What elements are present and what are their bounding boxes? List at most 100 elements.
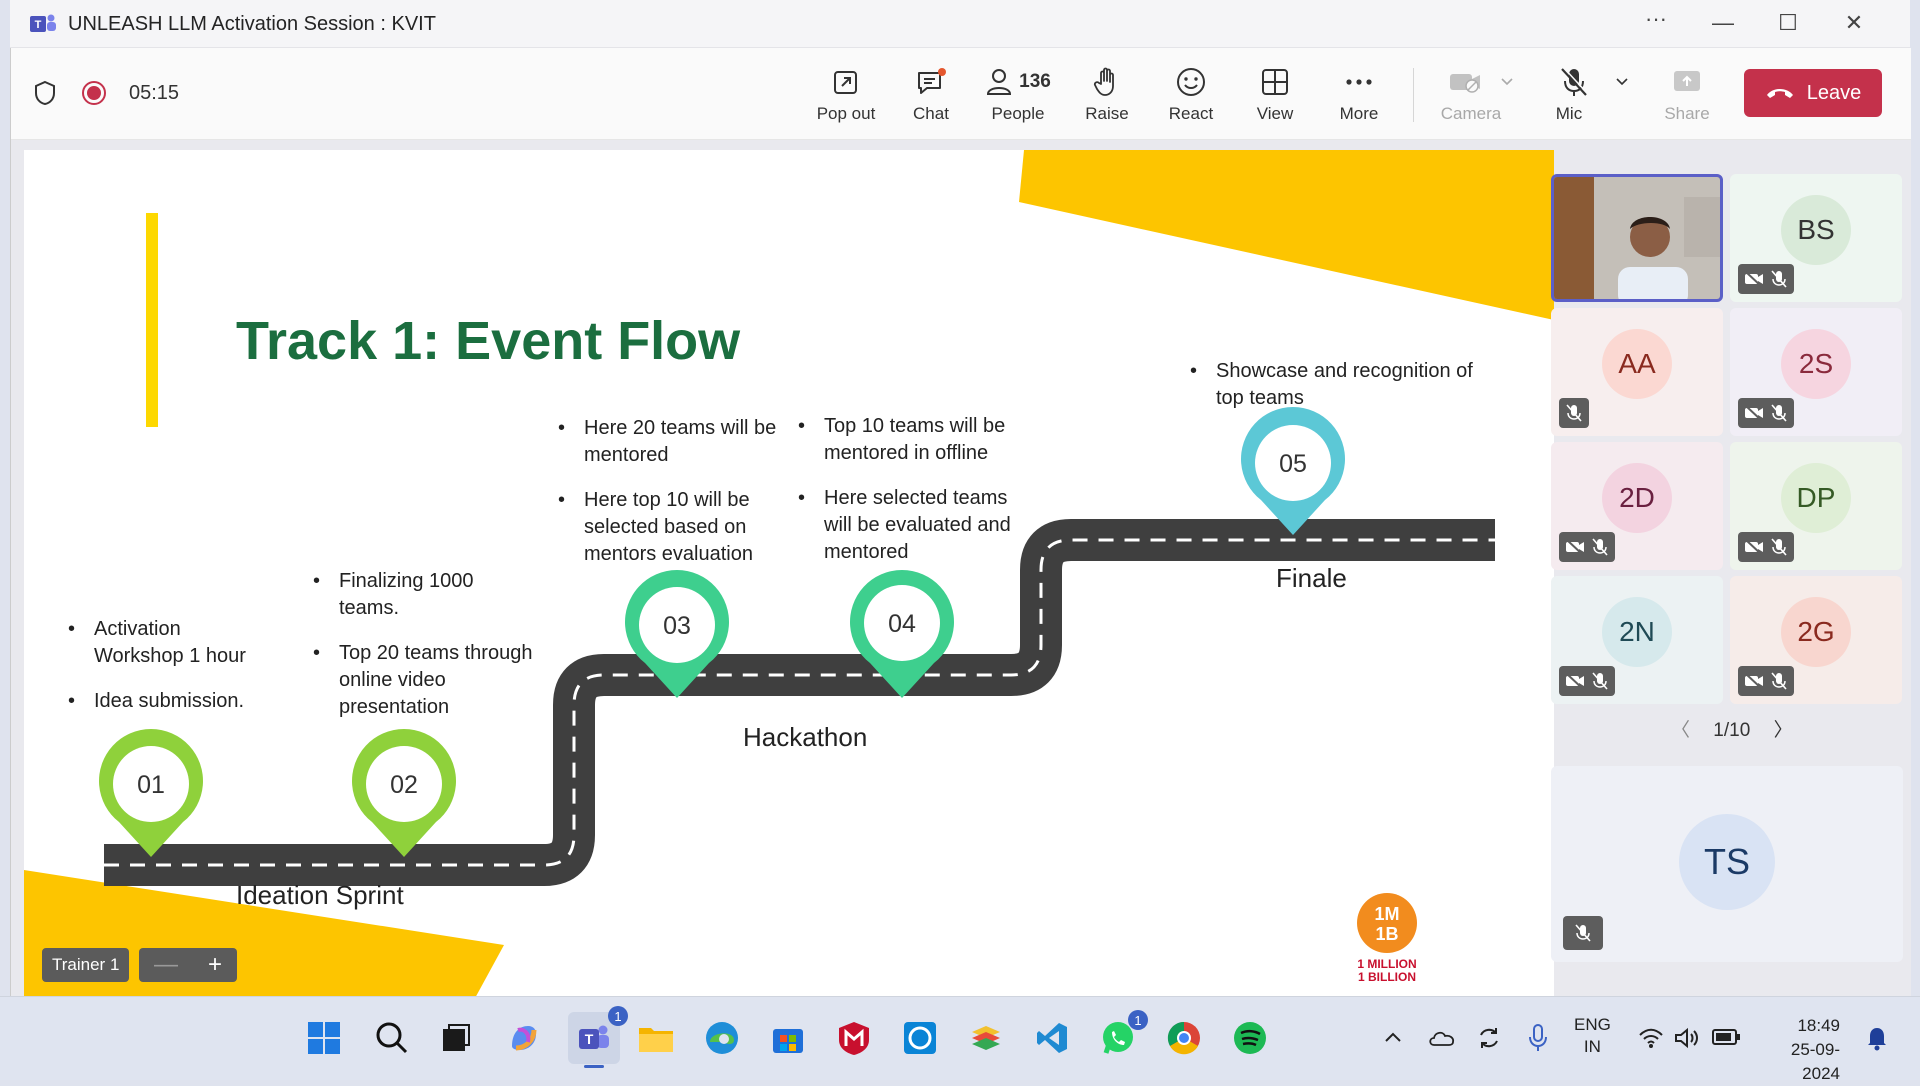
meeting-toolbar: 05:15 Pop out Chat 136 People Raise Reac… bbox=[11, 48, 1911, 140]
volume-icon[interactable] bbox=[1674, 1027, 1700, 1049]
avatar: TS bbox=[1679, 814, 1775, 910]
participant-tile[interactable]: 2N bbox=[1551, 576, 1723, 704]
grid-icon bbox=[1262, 69, 1288, 95]
mic-off-icon bbox=[1771, 672, 1787, 690]
raise-label: Raise bbox=[1085, 104, 1129, 123]
bullet: Activation Workshop 1 hour bbox=[64, 616, 264, 670]
clock-date: 25-09-2024 bbox=[1790, 1040, 1840, 1083]
svg-text:T: T bbox=[585, 1031, 594, 1047]
window-title: UNLEASH LLM Activation Session : KVIT bbox=[68, 13, 436, 35]
bullet: Top 10 teams will be mentored in offline bbox=[794, 413, 1029, 467]
participant-tile[interactable]: 2G bbox=[1730, 576, 1902, 704]
chat-button[interactable]: Chat bbox=[891, 62, 971, 134]
more-label: More bbox=[1339, 104, 1379, 123]
more-button[interactable]: More bbox=[1319, 62, 1399, 134]
more-options-icon[interactable]: ··· bbox=[1636, 6, 1676, 32]
participant-tile[interactable]: 2D bbox=[1551, 442, 1723, 570]
bullet: Showcase and recognition of top teams bbox=[1186, 358, 1476, 412]
status-icons bbox=[1563, 916, 1603, 950]
notification-bell-icon[interactable] bbox=[1866, 1025, 1888, 1051]
react-label: React bbox=[1168, 104, 1214, 123]
battery-icon[interactable] bbox=[1712, 1029, 1740, 1045]
bluestacks-button[interactable] bbox=[964, 1016, 1008, 1060]
onedrive-icon[interactable] bbox=[1428, 1027, 1456, 1047]
meeting-window: 05:15 Pop out Chat 136 People Raise Reac… bbox=[10, 48, 1911, 1000]
status-icons bbox=[1559, 666, 1615, 696]
spotify-icon bbox=[1234, 1022, 1266, 1054]
participant-tile[interactable]: DP bbox=[1730, 442, 1902, 570]
mic-off-icon bbox=[1771, 404, 1787, 422]
chevron-down-icon[interactable] bbox=[1500, 77, 1514, 87]
svg-text:T: T bbox=[35, 19, 42, 31]
participant-tile[interactable]: AA bbox=[1551, 308, 1723, 436]
language-indicator[interactable]: ENG IN bbox=[1574, 1014, 1611, 1058]
store-button[interactable] bbox=[766, 1016, 810, 1060]
shield-icon[interactable] bbox=[33, 80, 57, 106]
close-button[interactable]: ✕ bbox=[1834, 10, 1874, 36]
pin-02: 02 bbox=[352, 729, 457, 857]
chrome-button[interactable] bbox=[1162, 1016, 1206, 1060]
minimize-button[interactable]: — bbox=[1703, 10, 1743, 36]
recording-icon bbox=[82, 81, 106, 105]
copilot-button[interactable] bbox=[502, 1016, 546, 1060]
pin-number: 01 bbox=[137, 771, 165, 799]
title-accent-bar bbox=[146, 213, 158, 427]
zoom-out-button[interactable]: — bbox=[154, 951, 178, 979]
camera-button[interactable]: Camera bbox=[1429, 62, 1533, 134]
chevron-right-icon[interactable]: 〉 bbox=[1774, 720, 1793, 741]
store-icon bbox=[773, 1029, 803, 1053]
sync-icon[interactable] bbox=[1476, 1025, 1502, 1051]
start-button[interactable] bbox=[302, 1016, 346, 1060]
people-button[interactable]: 136 People bbox=[975, 62, 1061, 134]
whatsapp-button[interactable]: 1 bbox=[1096, 1010, 1148, 1060]
microphone-icon[interactable] bbox=[1528, 1023, 1548, 1053]
presenter-tag: Trainer 1 bbox=[42, 948, 130, 982]
people-count: 136 bbox=[1019, 71, 1051, 92]
file-explorer-button[interactable] bbox=[634, 1016, 678, 1060]
chrome-icon bbox=[1167, 1021, 1200, 1055]
chevron-left-icon[interactable]: 〈 bbox=[1671, 720, 1690, 741]
bullet: Finalizing 1000 teams. bbox=[309, 568, 534, 622]
participant-tile[interactable]: 2S bbox=[1730, 308, 1902, 436]
share-icon bbox=[1674, 71, 1700, 91]
edge-button[interactable] bbox=[700, 1016, 744, 1060]
view-button[interactable]: View bbox=[1235, 62, 1315, 134]
camera-off-icon bbox=[1450, 74, 1480, 93]
lang-text: ENG bbox=[1574, 1015, 1611, 1034]
taskbar-search[interactable] bbox=[370, 1016, 414, 1060]
share-label: Share bbox=[1664, 104, 1710, 123]
clock[interactable]: 18:49 25-09-2024 bbox=[1760, 1014, 1840, 1086]
vscode-icon bbox=[1037, 1023, 1067, 1053]
svg-text:1 MILLION: 1 MILLION bbox=[1357, 957, 1416, 971]
vscode-button[interactable] bbox=[1030, 1016, 1074, 1060]
mcafee-button[interactable] bbox=[832, 1016, 876, 1060]
participant-tile[interactable]: BS bbox=[1730, 174, 1902, 302]
teams-taskbar-button[interactable]: T 1 bbox=[568, 1006, 628, 1068]
pin-number: 05 bbox=[1279, 450, 1307, 478]
mic-button[interactable]: Mic bbox=[1539, 62, 1639, 134]
raise-hand-button[interactable]: Raise bbox=[1067, 62, 1147, 134]
participant-video-tile[interactable] bbox=[1551, 174, 1723, 302]
leave-button[interactable]: Leave bbox=[1744, 69, 1882, 117]
spotlight-tile[interactable]: TS bbox=[1551, 766, 1903, 962]
people-icon bbox=[987, 69, 1012, 95]
wifi-icon[interactable] bbox=[1638, 1027, 1664, 1049]
share-button[interactable]: Share bbox=[1647, 62, 1727, 134]
start-icon bbox=[308, 1022, 340, 1054]
zoom-in-button[interactable]: + bbox=[208, 951, 222, 979]
mic-off-icon bbox=[1771, 538, 1787, 556]
mic-off-icon bbox=[1592, 672, 1608, 690]
copilot-icon bbox=[512, 1026, 537, 1051]
alexa-button[interactable] bbox=[898, 1016, 942, 1060]
mic-off-icon bbox=[1575, 924, 1591, 942]
chevron-down-icon[interactable] bbox=[1615, 77, 1629, 87]
chevron-up-icon[interactable] bbox=[1384, 1031, 1402, 1043]
stage-04-bullets: Top 10 teams will be mentored in offline… bbox=[794, 413, 1029, 584]
popout-button[interactable]: Pop out bbox=[806, 62, 886, 134]
task-view-button[interactable] bbox=[434, 1016, 478, 1060]
spotify-button[interactable] bbox=[1228, 1016, 1272, 1060]
maximize-button[interactable]: ☐ bbox=[1768, 10, 1808, 36]
camera-off-icon bbox=[1566, 673, 1584, 689]
phase-label-hackathon: Hackathon bbox=[743, 722, 868, 752]
react-button[interactable]: React bbox=[1151, 62, 1231, 134]
